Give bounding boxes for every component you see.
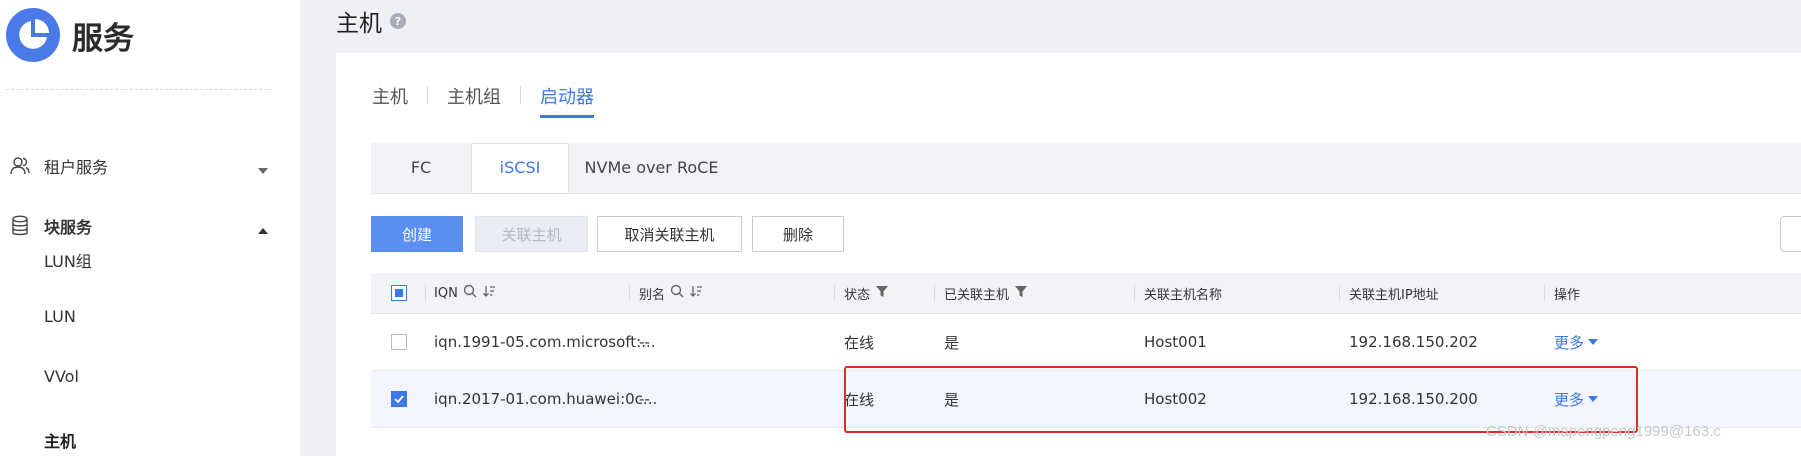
tab-iscsi[interactable]: iSCSI	[471, 143, 569, 193]
column-separator	[934, 285, 935, 301]
column-label: 关联主机名称	[1144, 287, 1223, 303]
associated-cell: 是	[944, 333, 960, 352]
column-label: 关联主机IP地址	[1349, 287, 1439, 303]
chevron-down-icon	[256, 161, 270, 174]
column-status: 状态	[844, 273, 889, 313]
table-row[interactable]: iqn.1991-05.com.microsoft:... -- 在线 是 Ho…	[371, 314, 1801, 371]
watermark: CSDN @mapengpeng1999@163.c	[1486, 423, 1721, 440]
column-label: 别名	[639, 287, 666, 303]
column-label: 已关联主机	[944, 287, 1010, 303]
database-icon	[8, 214, 32, 238]
disassociate-host-button[interactable]: 取消关联主机	[597, 216, 742, 252]
column-associated: 已关联主机	[944, 273, 1028, 313]
sort-icon[interactable]	[482, 284, 496, 302]
column-label: 状态	[844, 287, 871, 303]
create-button[interactable]: 创建	[371, 216, 463, 252]
brand-title: 服务	[72, 20, 134, 57]
brand: 服务	[6, 8, 134, 62]
sidebar-item-lun-group[interactable]: LUN组	[44, 248, 92, 272]
column-alias: 别名	[639, 273, 703, 313]
page-title: 主机	[336, 11, 382, 37]
help-icon[interactable]: ?	[390, 13, 406, 29]
protocol-tabs: FC iSCSI NVMe over RoCE	[371, 143, 1801, 194]
column-label: IQN	[434, 285, 458, 301]
tab-host[interactable]: 主机	[372, 83, 408, 115]
host-name-cell: Host001	[1144, 333, 1207, 351]
table-header: IQN 别名 状态 已关联主机 关联主机名称 关联主机IP地址 操作	[371, 273, 1801, 314]
sidebar-group-block-services[interactable]: 块服务	[0, 206, 300, 246]
alias-cell: --	[639, 390, 650, 408]
chevron-down-icon	[1588, 339, 1599, 345]
tab-nvme-over-roce[interactable]: NVMe over RoCE	[569, 143, 734, 193]
associate-host-button[interactable]: 关联主机	[475, 216, 588, 252]
tab-separator	[427, 86, 428, 104]
column-host-ip: 关联主机IP地址	[1349, 273, 1439, 313]
column-separator	[1134, 285, 1135, 301]
column-separator	[1339, 285, 1340, 301]
sidebar-item-lun[interactable]: LUN	[44, 307, 76, 326]
search-icon[interactable]	[670, 284, 684, 302]
tab-separator	[520, 86, 521, 104]
row-checkbox[interactable]	[391, 391, 407, 407]
host-ip-cell: 192.168.150.202	[1349, 333, 1478, 351]
service-logo-icon	[6, 8, 60, 62]
column-host-name: 关联主机名称	[1144, 273, 1222, 313]
page-title-area: 主机 ?	[336, 4, 406, 38]
column-separator	[629, 285, 630, 301]
column-actions: 操作	[1554, 273, 1580, 313]
column-separator	[1544, 285, 1545, 301]
tab-fc[interactable]: FC	[371, 143, 471, 193]
status-cell: 在线	[844, 333, 875, 352]
more-label: 更多	[1554, 333, 1585, 352]
sort-icon[interactable]	[689, 284, 703, 302]
sidebar-item-vvol[interactable]: VVol	[44, 367, 79, 386]
sidebar-group-label: 租户服务	[44, 158, 109, 177]
sidebar-divider	[6, 89, 272, 90]
tab-initiator[interactable]: 启动器	[540, 83, 594, 118]
filter-icon[interactable]	[1014, 284, 1028, 302]
column-separator	[834, 285, 835, 301]
tab-host-group[interactable]: 主机组	[447, 83, 501, 115]
alias-cell: --	[639, 333, 650, 351]
more-actions-link[interactable]: 更多	[1554, 314, 1599, 370]
column-label: 操作	[1554, 287, 1581, 303]
chevron-up-icon	[256, 221, 270, 234]
column-separator	[425, 285, 426, 301]
sidebar-group-label: 块服务	[44, 218, 93, 237]
sidebar: 服务 租户服务 块服务 LUN组 LUN VVol 主机	[0, 0, 300, 456]
users-icon	[8, 154, 32, 178]
sidebar-item-host[interactable]: 主机	[44, 428, 76, 452]
sidebar-group-tenant-services[interactable]: 租户服务	[0, 146, 300, 186]
delete-button[interactable]: 删除	[752, 216, 844, 252]
iqn-cell: iqn.1991-05.com.microsoft:...	[434, 333, 656, 351]
select-all-cell	[391, 273, 407, 313]
refresh-button[interactable]	[1780, 216, 1801, 252]
top-tabs: 主机 主机组 启动器	[372, 83, 594, 118]
column-iqn: IQN	[434, 273, 496, 313]
search-icon[interactable]	[463, 284, 477, 302]
select-all-checkbox[interactable]	[391, 285, 407, 301]
iqn-cell: iqn.2017-01.com.huawei:0c...	[434, 390, 658, 408]
filter-icon[interactable]	[875, 284, 889, 302]
row-checkbox[interactable]	[391, 334, 407, 350]
